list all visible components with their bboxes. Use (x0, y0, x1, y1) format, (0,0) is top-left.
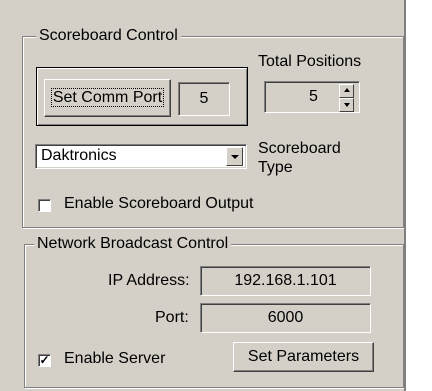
enable-scoreboard-output-label[interactable]: Enable Scoreboard Output (64, 195, 253, 213)
enable-server-label[interactable]: Enable Server (64, 350, 165, 368)
dropdown-button[interactable] (226, 147, 243, 166)
scoreboard-type-select[interactable]: Daktronics (35, 144, 247, 169)
total-positions-label: Total Positions (258, 53, 362, 70)
network-broadcast-title: Network Broadcast Control (34, 235, 232, 253)
spin-up-button[interactable] (339, 84, 354, 98)
scoreboard-control-title: Scoreboard Control (36, 27, 181, 45)
spin-down-button[interactable] (339, 98, 354, 112)
total-positions-spinner[interactable]: 5 (264, 81, 360, 113)
chevron-down-icon (231, 155, 239, 159)
comm-port-value: 5 (178, 82, 230, 116)
chevron-down-icon (344, 103, 350, 107)
total-positions-value: 5 (309, 88, 318, 105)
set-parameters-button[interactable]: Set Parameters (233, 342, 374, 372)
checkmark-icon: ✓ (39, 353, 50, 367)
set-parameters-label: Set Parameters (247, 348, 360, 365)
scoreboard-type-value: Daktronics (41, 147, 117, 164)
scoreboard-type-label-line2: Type (258, 159, 293, 176)
scoreboard-type-label: Scoreboard Type (258, 139, 341, 177)
enable-server-checkbox[interactable]: ✓ (38, 354, 51, 367)
set-comm-port-button[interactable]: Set Comm Port (44, 79, 171, 117)
port-label: Port: (155, 309, 189, 326)
chevron-up-icon (344, 88, 350, 92)
adjacent-pane (406, 0, 432, 391)
set-comm-port-label: Set Comm Port (50, 88, 165, 107)
port-field: 6000 (200, 303, 371, 333)
scoreboard-type-label-line1: Scoreboard (258, 140, 341, 157)
ip-address-field: 192.168.1.101 (200, 266, 371, 296)
ip-address-label: IP Address: (108, 272, 190, 289)
enable-scoreboard-output-checkbox[interactable] (38, 199, 51, 212)
settings-panel: Scoreboard Control Set Comm Port 5 Total… (0, 0, 406, 391)
